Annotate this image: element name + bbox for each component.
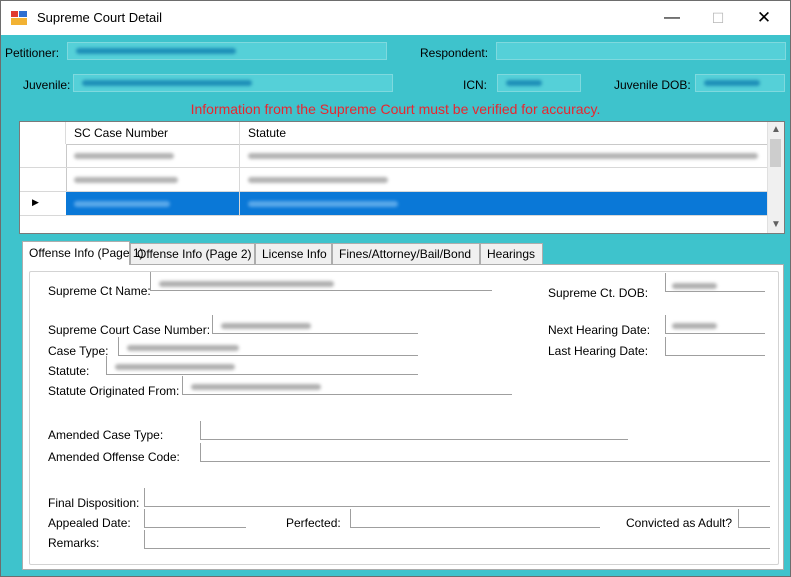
table-row-selected[interactable]: ▶ [20,192,770,216]
remarks-label: Remarks: [48,536,100,550]
table-row[interactable] [20,144,770,168]
amended-offense-code-label: Amended Offense Code: [48,450,180,464]
perfected-field[interactable] [350,509,600,528]
row-header[interactable] [20,144,67,167]
icn-field[interactable] [497,74,581,92]
juvenile-dob-field[interactable] [695,74,785,92]
title-bar[interactable]: Supreme Court Detail — ☐ ✕ [1,1,790,35]
minimize-button[interactable]: — [649,1,695,35]
scroll-up-icon[interactable]: ▲ [768,122,784,138]
row-header[interactable]: ▶ [20,192,67,215]
supreme-ct-name-field[interactable] [150,272,492,291]
tab-offense-info-page-1[interactable]: Offense Info (Page 1) [22,241,144,265]
maximize-button[interactable]: ☐ [695,1,741,35]
offense-info-group: Supreme Ct Name: Supreme Ct. DOB: Suprem… [29,271,779,565]
supreme-court-case-number-label: Supreme Court Case Number: [48,323,211,337]
statute-originated-from-label: Statute Originated From: [48,384,180,398]
juvenile-label: Juvenile: [23,78,71,92]
supreme-ct-dob-field[interactable] [665,273,765,292]
last-hearing-date-field[interactable] [665,337,765,356]
final-disposition-field[interactable] [144,488,770,507]
convicted-as-adult-field[interactable] [738,509,770,528]
juvenile-dob-label: Juvenile DOB: [614,78,691,92]
perfected-label: Perfected: [286,516,341,530]
tab-license-info[interactable]: License Info [255,243,332,264]
statute-cell[interactable] [240,144,770,167]
convicted-as-adult-label: Convicted as Adult? [626,516,733,530]
petitioner-field[interactable] [67,42,387,60]
tab-hearings[interactable]: Hearings [480,243,543,264]
statute-field[interactable] [106,356,418,375]
tab-offense-info-page-2[interactable]: Offense Info (Page 2) [130,243,255,264]
icn-label: ICN: [463,78,487,92]
next-hearing-date-field[interactable] [665,315,765,334]
supreme-court-detail-window: Supreme Court Detail — ☐ ✕ Petitioner: R… [0,0,791,577]
juvenile-field[interactable] [73,74,393,92]
scroll-down-icon[interactable]: ▼ [768,217,784,233]
row-header-corner [20,122,66,144]
grid-vertical-scrollbar[interactable]: ▲ ▼ [767,122,784,233]
grid-header: SC Case Number Statute [20,122,770,145]
offense-info-page-1-panel: Supreme Ct Name: Supreme Ct. DOB: Suprem… [22,264,784,570]
row-header[interactable] [20,168,67,191]
remarks-field[interactable] [144,530,770,549]
supreme-court-case-number-field[interactable] [212,315,418,334]
window-title: Supreme Court Detail [37,10,162,25]
final-disposition-label: Final Disposition: [48,496,140,510]
appealed-date-label: Appealed Date: [48,516,131,530]
form-client-area: Petitioner: Respondent: Juvenile: ICN: J… [1,35,790,576]
supreme-ct-name-label: Supreme Ct Name: [48,284,151,298]
app-icon [11,11,27,25]
tab-fines-attorney-bail-bond[interactable]: Fines/Attorney/Bail/Bond [332,243,480,264]
appealed-date-field[interactable] [144,509,246,528]
statute-originated-from-field[interactable] [182,376,512,395]
current-row-indicator-icon: ▶ [32,197,39,207]
case-type-field[interactable] [118,337,418,356]
petitioner-label: Petitioner: [5,46,60,60]
last-hearing-date-label: Last Hearing Date: [548,344,649,358]
statute-label: Statute: [48,364,90,378]
table-row[interactable] [20,168,770,192]
scroll-thumb[interactable] [770,139,781,167]
next-hearing-date-label: Next Hearing Date: [548,323,651,337]
supreme-ct-dob-label: Supreme Ct. DOB: [548,286,649,300]
sc-case-grid[interactable]: SC Case Number Statute ▶ ▲ ▼ [19,121,785,234]
close-button[interactable]: ✕ [741,1,787,35]
amended-case-type-label: Amended Case Type: [48,428,164,442]
respondent-label: Respondent: [420,46,489,60]
column-header-sc-case-number[interactable]: SC Case Number [66,122,240,144]
statute-cell[interactable] [240,168,770,191]
case-type-label: Case Type: [48,344,109,358]
statute-cell[interactable] [240,192,770,215]
amended-offense-code-field[interactable] [200,443,770,462]
verification-warning: Information from the Supreme Court must … [190,101,601,117]
sc-case-number-cell[interactable] [66,144,240,167]
amended-case-type-field[interactable] [200,421,628,440]
column-header-statute[interactable]: Statute [240,122,770,144]
respondent-field[interactable] [496,42,786,60]
sc-case-number-cell[interactable] [66,168,240,191]
sc-case-number-cell[interactable] [66,192,240,215]
